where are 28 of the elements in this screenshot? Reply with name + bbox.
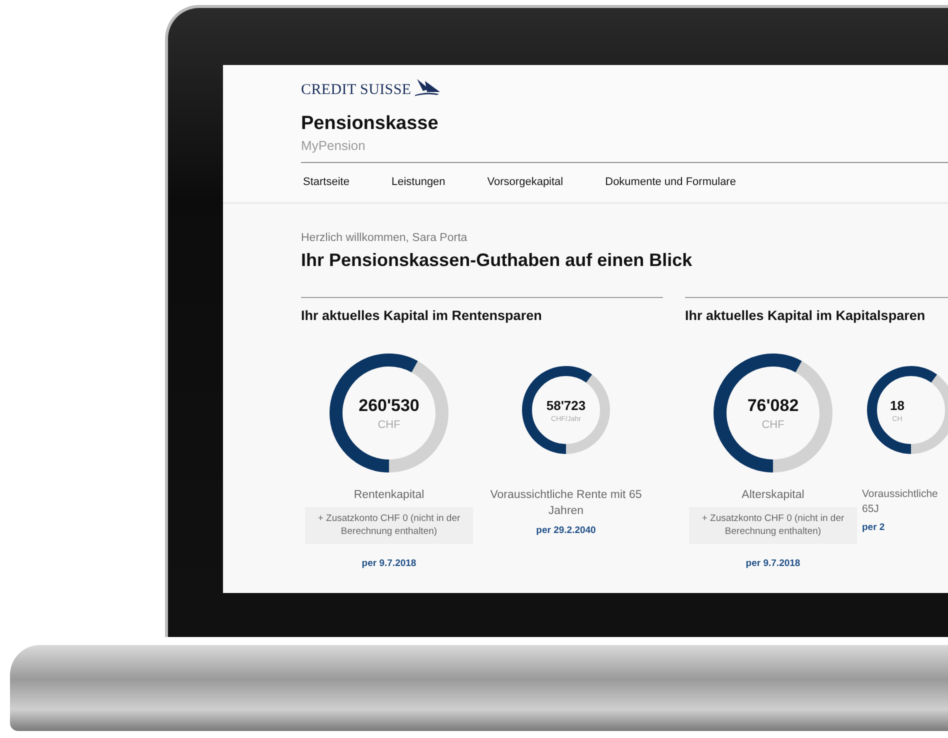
note-box: + Zusatzkonto CHF 0 (nicht in der Berechnung enthalten)	[305, 507, 473, 544]
gauge-unit: CHF	[378, 418, 400, 430]
nav-link[interactable]: Vorsorgekapital	[487, 176, 564, 188]
as-of-date: per 2	[862, 522, 885, 534]
nav-link[interactable]: Dokumente und Formulare	[605, 176, 736, 188]
gauge-value: 260'530	[358, 396, 420, 416]
brand-logo: CREDIT SUISSE	[301, 82, 412, 99]
nav-link[interactable]: Startseite	[303, 176, 350, 188]
nav-link[interactable]: Leistungen	[391, 176, 446, 188]
gauge-label: Voraussichtliche Rente mit 65 Jahren	[489, 488, 643, 520]
page-heading: Ihr Pensionskassen-Guthaben auf einen Blick	[301, 250, 694, 271]
gauge-value: 18	[890, 398, 904, 412]
gauge-label: Alterskapital	[742, 488, 804, 503]
app-subtitle: MyPension	[301, 138, 366, 153]
gauge-value: 58'723	[546, 398, 586, 412]
sail-logo-icon	[413, 79, 442, 99]
gauge-label: Voraussichtliche 65J	[862, 487, 939, 516]
gauge-value: 76'082	[747, 396, 799, 416]
as-of-date: per 29.2.2040	[536, 525, 596, 536]
gauge-label: Rentenkapital	[354, 488, 424, 503]
section-heading: Ihr aktuelles Kapital im Rentensparen	[301, 308, 543, 323]
as-of-date: per 9.7.2018	[362, 558, 416, 569]
note-box: + Zusatzkonto CHF 0 (nicht in der Berechnung enthalten)	[689, 507, 857, 544]
section-heading: Ihr aktuelles Kapital im Kapitalsparen	[685, 308, 926, 323]
as-of-date: per 9.7.2018	[746, 558, 800, 569]
greeting: Herzlich willkommen, Sara Porta	[301, 232, 468, 244]
gauge-unit: CHF	[762, 418, 784, 430]
app-title: Pensionskasse	[301, 113, 440, 135]
